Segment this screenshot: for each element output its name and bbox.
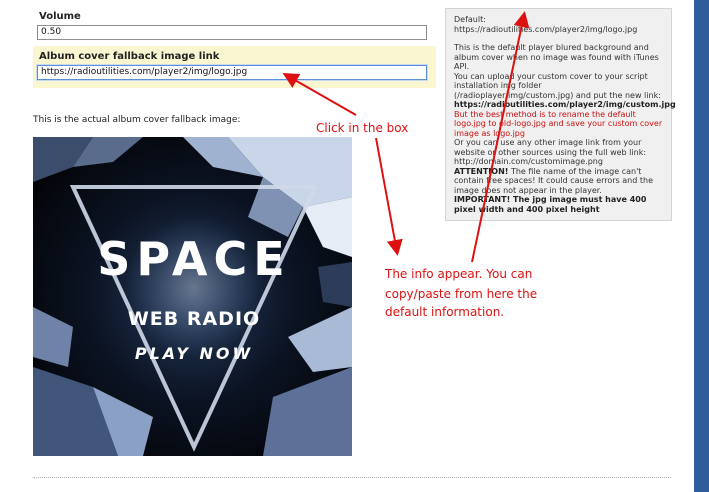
album-cover-image: SPACE WEB RADIO PLAY NOW — [33, 137, 352, 456]
arrow-down-to-note — [375, 137, 403, 256]
album-subtitle-text: WEB RADIO — [128, 308, 260, 330]
info-annotation-line-2: copy/paste from here the — [385, 287, 538, 301]
info-paragraph-3: Or you can use any other image link from… — [454, 138, 647, 166]
info-paragraph-2: You can upload your custom cover to your… — [454, 71, 661, 100]
actual-cover-caption: This is the actual album cover fallback … — [33, 115, 241, 125]
info-default-line: Default: https://radioutilities.com/play… — [454, 15, 638, 34]
volume-label: Volume — [39, 11, 81, 22]
click-in-box-annotation: Click in the box — [316, 121, 409, 135]
fallback-image-input[interactable]: https://radioutilities.com/player2/img/l… — [37, 65, 427, 80]
info-important: IMPORTANT! The jpg image must have 400 p… — [454, 195, 647, 214]
info-custom-link: https://radioutilities.com/player2/img/c… — [454, 100, 676, 109]
attention-label: ATTENTION! — [454, 166, 509, 176]
album-cta-text: PLAY NOW — [135, 344, 253, 363]
info-warning-red: But the best method is to rename the def… — [454, 109, 663, 138]
section-divider — [33, 477, 671, 478]
info-paragraph-1: This is the default player blured backgr… — [454, 43, 659, 71]
info-attention: ATTENTION! The file name of the image ca… — [454, 167, 663, 196]
info-annotation-line-3: default information. — [385, 305, 505, 319]
volume-input[interactable]: 0.50 — [37, 25, 427, 40]
album-cover-art: SPACE WEB RADIO PLAY NOW — [33, 137, 352, 456]
info-panel: Default: https://radioutilities.com/play… — [445, 8, 676, 221]
info-annotation-line-1: The info appear. You can — [385, 267, 533, 281]
fallback-image-label: Album cover fallback image link — [39, 51, 220, 62]
window-side-bar — [694, 0, 709, 492]
album-title-text: SPACE — [97, 232, 290, 286]
